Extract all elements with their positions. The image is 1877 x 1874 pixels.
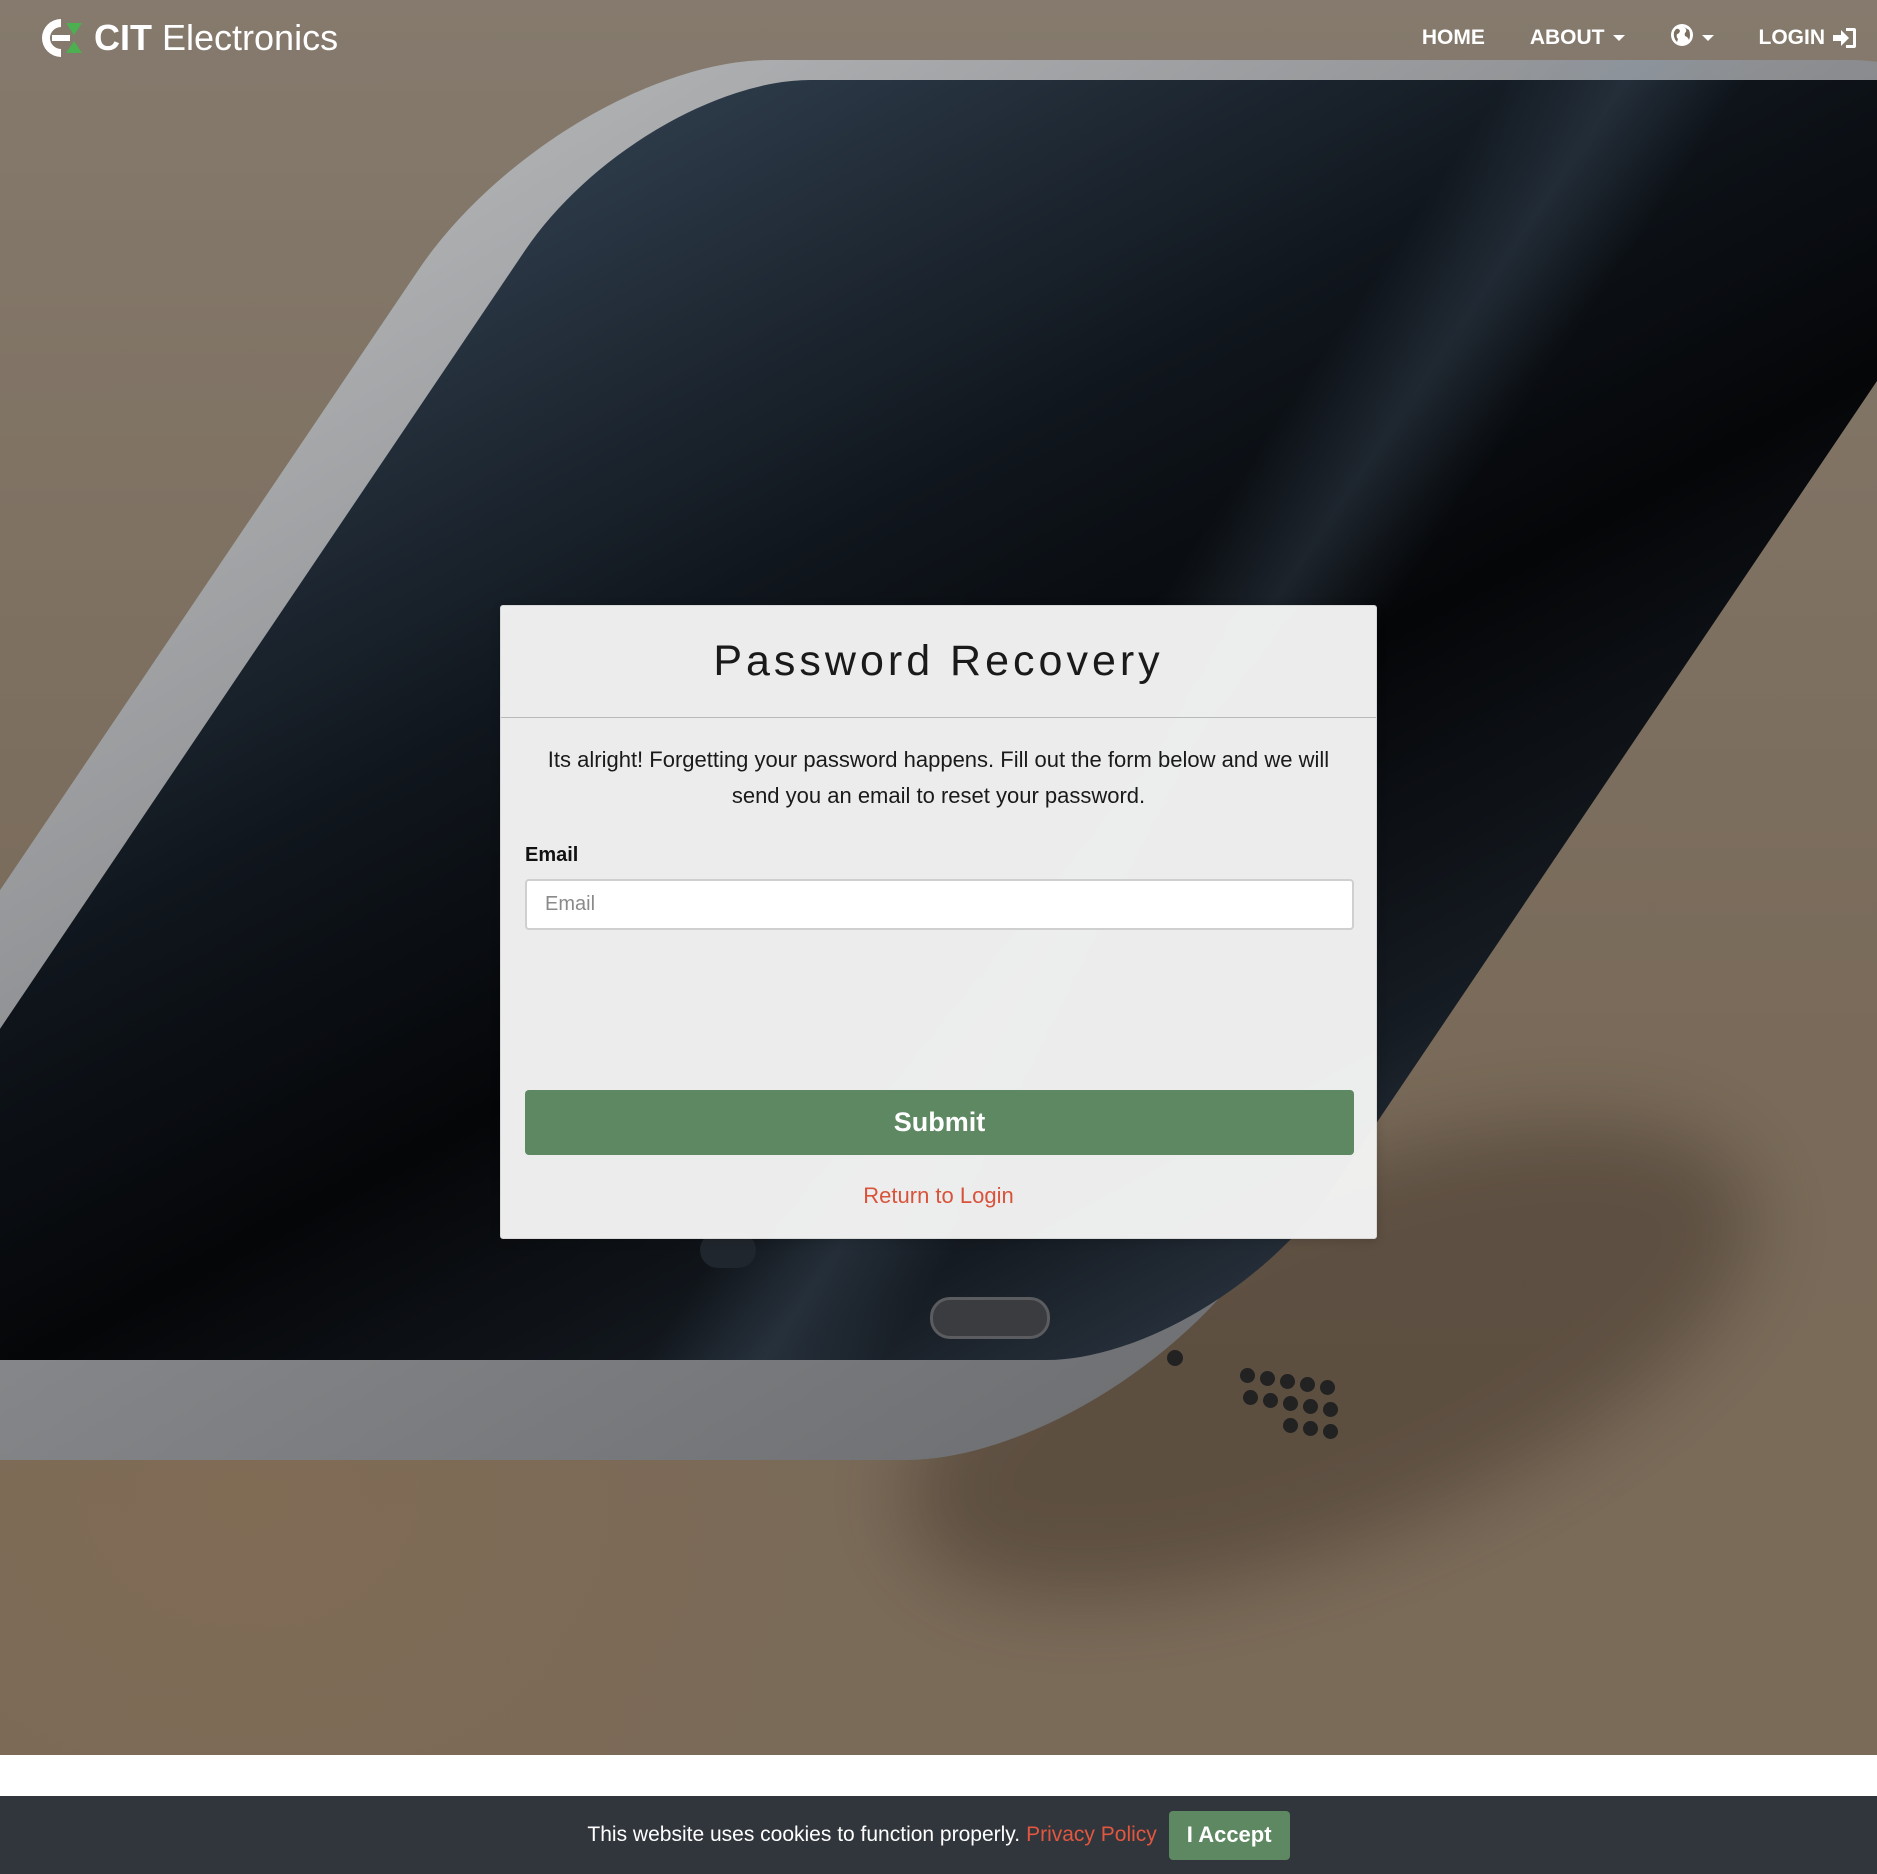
phone-mic-hole (1167, 1350, 1183, 1366)
accept-cookies-button[interactable]: I Accept (1168, 1810, 1290, 1860)
caret-down-icon (1701, 35, 1714, 41)
return-to-login-link[interactable]: Return to Login (525, 1183, 1352, 1209)
nav-about-dropdown[interactable]: ABOUT (1530, 26, 1625, 50)
recaptcha-placeholder (525, 930, 1352, 1090)
nav-home-link[interactable]: HOME (1422, 26, 1485, 50)
brand-name: CIT Electronics (94, 17, 339, 58)
phone-speaker-grille (1240, 1368, 1350, 1439)
nav-login-link[interactable]: LOGIN (1759, 26, 1858, 50)
email-input[interactable] (525, 879, 1354, 930)
top-navbar: CIT Electronics HOME ABOUT LOGIN (0, 0, 1877, 76)
nav-links: HOME ABOUT LOGIN (1377, 18, 1857, 58)
caret-down-icon (1612, 35, 1625, 41)
privacy-policy-link[interactable]: Privacy Policy (1026, 1823, 1157, 1847)
submit-button[interactable]: Submit (525, 1090, 1354, 1155)
card-header: Password Recovery (501, 606, 1376, 718)
nav-language-dropdown[interactable] (1670, 23, 1714, 53)
brand-home-link[interactable]: CIT Electronics (38, 14, 338, 62)
email-label: Email (525, 844, 579, 866)
card-body: Its alright! Forgetting your password ha… (501, 718, 1376, 1209)
password-recovery-card: Password Recovery Its alright! Forgettin… (500, 605, 1377, 1239)
sign-in-icon (1831, 27, 1857, 49)
nav-about-label: ABOUT (1529, 26, 1605, 49)
cookie-message: This website uses cookies to function pr… (587, 1823, 1021, 1846)
cookie-consent-bar: This website uses cookies to function pr… (0, 1796, 1877, 1874)
nav-home-label: HOME (1421, 26, 1485, 49)
nav-login-label: LOGIN (1758, 26, 1826, 49)
globe-icon (1670, 23, 1694, 53)
intro-text: Its alright! Forgetting your password ha… (547, 747, 1330, 808)
cit-logo-icon (38, 15, 84, 61)
phone-usb-port (930, 1297, 1050, 1339)
page-title: Password Recovery (713, 637, 1164, 685)
